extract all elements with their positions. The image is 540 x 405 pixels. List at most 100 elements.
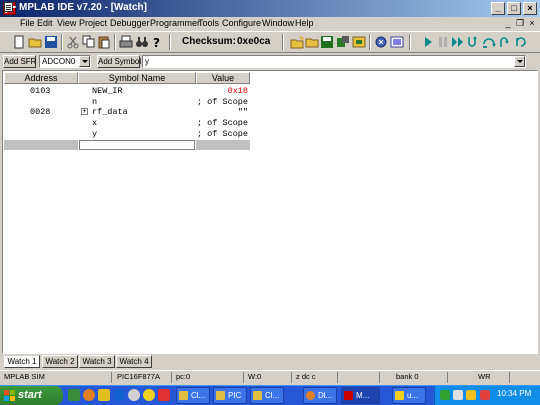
child-close-button[interactable]: × [526, 18, 538, 29]
step-over-icon[interactable] [482, 35, 496, 49]
row-value[interactable]: ; of Scope [195, 129, 248, 139]
tab-watch-4[interactable]: Watch 4 [116, 355, 152, 368]
ie-icon[interactable] [113, 389, 125, 401]
task-label: Dl... [318, 391, 333, 400]
menu-programmer[interactable]: Programmer [150, 18, 200, 28]
firefox-icon[interactable] [83, 389, 95, 401]
save-icon[interactable] [44, 35, 58, 49]
tray-icon[interactable] [453, 390, 463, 400]
column-header-value[interactable]: Value [196, 72, 250, 84]
build-all-icon[interactable] [374, 35, 388, 49]
row-value[interactable]: 0x18 [195, 86, 248, 96]
checksum-label: Checksum: [182, 36, 236, 47]
new-entry-symbol-input[interactable] [79, 140, 195, 150]
close-button[interactable]: × [523, 2, 537, 15]
help-icon[interactable]: ? [150, 35, 164, 49]
status-device: PIC16F877A [115, 372, 172, 383]
row-value[interactable]: ; of Scope [195, 97, 248, 107]
open-project-icon[interactable] [305, 35, 319, 49]
document-icon[interactable] [4, 2, 13, 12]
quicklaunch-icon[interactable] [68, 389, 80, 401]
symbol-select[interactable]: y [142, 55, 526, 68]
menu-file[interactable]: File [20, 18, 35, 28]
tray-icon[interactable] [440, 390, 450, 400]
task-button[interactable]: Cl... [250, 387, 284, 404]
open-folder-icon[interactable] [28, 35, 42, 49]
new-entry-address-cell[interactable] [4, 140, 78, 150]
task-button[interactable]: PIC [213, 387, 247, 404]
view-memory-icon[interactable] [390, 35, 404, 49]
row-value[interactable]: "" [195, 107, 248, 117]
tab-watch-3[interactable]: Watch 3 [79, 355, 115, 368]
media-player-icon[interactable] [128, 389, 140, 401]
window-title: MPLAB IDE v7.20 - [Watch] [19, 2, 147, 13]
column-header-address[interactable]: Address [4, 72, 78, 84]
reset-icon[interactable] [514, 35, 528, 49]
task-label: u... [407, 391, 419, 400]
column-header-symbol[interactable]: Symbol Name [78, 72, 196, 84]
add-symbol-button[interactable]: Add Symbol [97, 55, 141, 68]
svg-text:?: ? [153, 36, 160, 49]
build-icon[interactable] [336, 35, 350, 49]
task-button[interactable]: Cl... [176, 387, 210, 404]
cut-icon[interactable] [66, 35, 80, 49]
quicklaunch-icon[interactable] [98, 389, 110, 401]
menu-view[interactable]: View [57, 18, 76, 28]
row-symbol[interactable]: rf_data [92, 107, 128, 117]
task-button[interactable]: Dl... [303, 387, 337, 404]
new-entry-value-cell[interactable] [196, 140, 250, 150]
status-debugger: MPLAB SIM [2, 372, 112, 383]
animate-icon[interactable] [451, 35, 465, 49]
halt-icon[interactable] [436, 35, 450, 49]
tray-icon[interactable] [466, 390, 476, 400]
new-file-icon[interactable] [12, 35, 26, 49]
menu-window[interactable]: Window [262, 18, 294, 28]
copy-icon[interactable] [82, 35, 96, 49]
mplab-icon [344, 391, 353, 400]
messenger-icon[interactable] [143, 389, 155, 401]
symbol-selected-value: y [145, 57, 149, 66]
sfr-select[interactable]: ADCON0 [39, 55, 91, 68]
tray-icon[interactable] [480, 390, 490, 400]
toolbar-separator [409, 34, 411, 50]
child-minimize-button[interactable]: _ [502, 18, 514, 29]
folder-icon [216, 391, 225, 400]
row-symbol[interactable]: NEW_IR [92, 86, 123, 96]
row-value[interactable]: ; of Scope [195, 118, 248, 128]
print-icon[interactable] [119, 35, 133, 49]
minimize-button[interactable]: _ [491, 2, 505, 15]
run-icon[interactable] [421, 35, 435, 49]
child-restore-button[interactable]: ❐ [514, 18, 526, 29]
row-symbol[interactable]: x [92, 118, 97, 128]
windows-logo-icon [4, 390, 15, 401]
step-into-icon[interactable] [466, 35, 480, 49]
save-workspace-icon[interactable] [320, 35, 334, 49]
menu-debugger[interactable]: Debugger [110, 18, 150, 28]
find-binoculars-icon[interactable] [135, 35, 149, 49]
menu-configure[interactable]: Configure [222, 18, 261, 28]
expand-plus-icon[interactable]: + [81, 108, 88, 115]
menu-tools[interactable]: Tools [198, 18, 219, 28]
menu-edit[interactable]: Edit [37, 18, 53, 28]
step-out-icon[interactable] [498, 35, 512, 49]
toolbar-separator [169, 34, 171, 50]
row-symbol[interactable]: y [92, 129, 97, 139]
task-button-mplab[interactable]: M... [341, 387, 380, 404]
new-project-icon[interactable] [290, 35, 304, 49]
chevron-down-icon[interactable] [79, 56, 90, 67]
paste-icon[interactable] [97, 35, 111, 49]
tab-watch-1[interactable]: Watch 1 [4, 355, 40, 368]
status-flags: z dc c [294, 372, 338, 383]
menu-help[interactable]: Help [295, 18, 314, 28]
sfr-selected-value: ADCON0 [42, 57, 76, 66]
add-sfr-button[interactable]: Add SFR [3, 55, 36, 68]
clock[interactable]: 10:34 PM [497, 389, 531, 398]
maximize-button[interactable]: □ [507, 2, 521, 15]
menu-project[interactable]: Project [79, 18, 107, 28]
tab-watch-2[interactable]: Watch 2 [42, 355, 78, 368]
make-icon[interactable] [352, 35, 366, 49]
row-symbol[interactable]: n [92, 97, 97, 107]
task-button[interactable]: u... [392, 387, 426, 404]
chevron-down-icon[interactable] [514, 56, 525, 67]
quicklaunch-icon[interactable] [158, 389, 170, 401]
